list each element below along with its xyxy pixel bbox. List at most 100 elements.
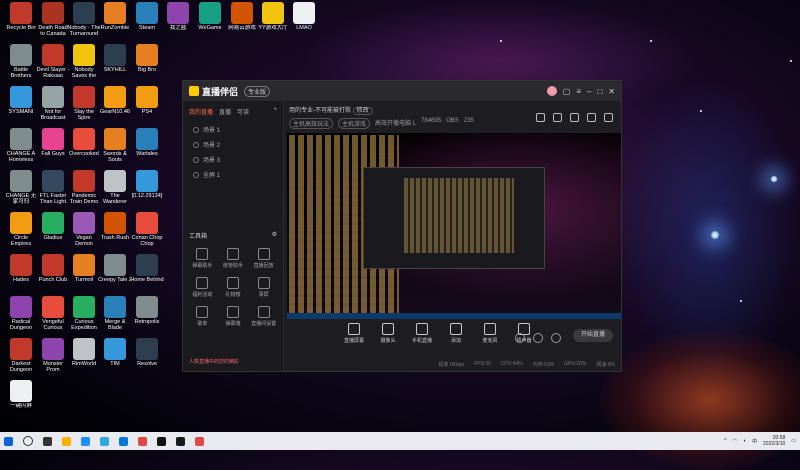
steam-icon[interactable] <box>157 436 166 446</box>
tool-danmaku-wall[interactable]: 弹幕墙 <box>218 306 249 327</box>
shop-icon[interactable] <box>536 113 545 122</box>
app-icon[interactable] <box>138 436 147 446</box>
file-explorer-icon[interactable] <box>62 436 71 446</box>
live-notice[interactable]: 人数直播中的您的精彩 <box>189 358 239 365</box>
minimize-icon[interactable]: – <box>587 87 591 96</box>
scene-item[interactable]: 场景 1 <box>183 122 283 137</box>
desktop-icon[interactable]: 我之盐 <box>161 2 195 37</box>
app-edition-badge[interactable]: 专业版 <box>244 85 271 97</box>
scene-item[interactable]: 全屏 1 <box>183 167 283 182</box>
filter-icon[interactable] <box>533 333 543 343</box>
tool-danmaku-helper[interactable]: 弹幕助手 <box>187 248 218 269</box>
desktop-icon[interactable]: Punch Club <box>36 254 70 289</box>
desktop-icon[interactable]: Hades <box>4 254 38 289</box>
desktop-icon[interactable]: Curious Expedition <box>67 296 101 331</box>
video-icon[interactable] <box>515 333 525 343</box>
scene-item[interactable]: 场景 3 <box>183 152 283 167</box>
tray-up-arrow-icon[interactable]: ^ <box>724 438 726 444</box>
close-icon[interactable]: ✕ <box>608 87 615 96</box>
desktop-icon[interactable]: Circle Empires <box>4 212 38 247</box>
obs-icon[interactable] <box>176 436 185 446</box>
camera-button[interactable]: 摄像头 <box>377 323 399 344</box>
settings-icon[interactable] <box>551 333 561 343</box>
qq-icon[interactable] <box>100 436 109 446</box>
gift-box-icon[interactable] <box>570 113 579 122</box>
desktop-icon[interactable]: Darkest Dungeon <box>4 338 38 373</box>
tool-room-settings[interactable]: 直播间设置 <box>248 306 279 327</box>
desktop-icon[interactable]: Turmoil <box>67 254 101 289</box>
desktop-icon[interactable]: [0.12.29134] <box>130 170 164 205</box>
desktop-icon[interactable]: Fall Guys <box>36 128 70 163</box>
screen-capture-button[interactable]: 直播屏幕 <box>343 323 365 344</box>
desktop-icon[interactable]: The Wanderer <box>98 170 132 205</box>
desktop-icon[interactable]: SYSMANI <box>4 86 38 121</box>
clock[interactable]: 20:58 2022/3/10 <box>763 435 785 447</box>
desktop-icon[interactable]: YY游戏大厅 <box>256 2 290 37</box>
desktop-icon[interactable]: TIM <box>98 338 132 373</box>
tab-live[interactable]: 直播 <box>219 107 231 116</box>
maximize-icon[interactable]: □ <box>597 87 602 96</box>
desktop-icon[interactable]: Slay the Spire <box>67 86 101 121</box>
volume-icon[interactable]: ◖ <box>743 438 746 444</box>
tool-record[interactable]: 录屏 <box>248 277 279 298</box>
microphone-button[interactable]: 麦克风 <box>479 323 501 344</box>
desktop-icon[interactable]: 网易云游戏 <box>225 2 259 37</box>
edge-icon[interactable] <box>81 436 90 446</box>
user-avatar[interactable] <box>546 86 557 96</box>
phone-live-button[interactable]: 手机直播 <box>411 323 433 344</box>
desktop-icon[interactable]: LMAO <box>287 2 321 37</box>
tool-playlist[interactable]: 歌单 <box>187 306 218 327</box>
desktop-icon[interactable]: Vegan Demon <box>67 212 101 247</box>
tab-read[interactable]: 可读 <box>237 107 249 116</box>
ime-indicator[interactable]: 中 <box>752 438 757 445</box>
stream-title[interactable]: 用的专业-不可能被打败 <box>289 108 351 114</box>
desktop-icon[interactable]: 一键闪屏 <box>4 380 38 415</box>
desktop-icon[interactable]: Home Behind <box>130 254 164 289</box>
tool-welfare[interactable]: 福利活动 <box>187 277 218 298</box>
desktop-icon[interactable]: Overcooked <box>67 128 101 163</box>
store-icon[interactable] <box>119 436 128 446</box>
desktop-icon[interactable]: Wartales <box>130 128 164 163</box>
add-scene-icon[interactable]: + <box>273 107 277 116</box>
stream-tag[interactable]: 主机游戏 <box>338 118 371 129</box>
tool-replay[interactable]: 直播回放 <box>248 248 279 269</box>
desktop-icon[interactable]: WeGame <box>193 2 227 37</box>
notification-icon[interactable]: ▭ <box>791 438 796 444</box>
chat-icon[interactable] <box>553 113 562 122</box>
desktop-icon[interactable]: Death Road to Canada <box>36 2 70 37</box>
share-icon[interactable] <box>604 113 613 122</box>
bell-icon[interactable] <box>587 113 596 122</box>
desktop-icon[interactable]: Vengeful Curious <box>36 296 70 331</box>
add-source-button[interactable]: 添加 <box>445 323 467 344</box>
desktop-icon[interactable]: RunZombie <box>98 2 132 37</box>
toolbox-settings-icon[interactable]: ⚙ <box>272 231 277 240</box>
desktop-icon[interactable]: Merge & Blade <box>98 296 132 331</box>
desktop-icon[interactable]: PS4 <box>130 86 164 121</box>
start-live-button[interactable]: 开始直播 <box>573 329 613 342</box>
desktop-icon[interactable]: Radical Dungeon <box>4 296 38 331</box>
menu-icon[interactable]: ≡ <box>576 87 581 96</box>
live-app-taskbar-icon[interactable] <box>195 436 204 446</box>
desktop-icon[interactable]: Big Bro <box>130 44 164 79</box>
desktop-icon[interactable]: RimWorld <box>67 338 101 373</box>
tool-gift-rank[interactable]: 礼物榜 <box>218 277 249 298</box>
desktop-icon[interactable]: Recycle Bin <box>4 2 38 37</box>
desktop-icon[interactable]: Conan Chop Chop <box>130 212 164 247</box>
tab-my-live[interactable]: 我的直播 <box>189 107 213 116</box>
desktop-icon[interactable]: GearN10.46 <box>98 86 132 121</box>
desktop-icon[interactable]: Battle Brothers <box>4 44 38 79</box>
stream-tag[interactable]: 主机高效玩法 <box>289 118 334 129</box>
desktop-icon[interactable]: Nobody - The Turnaround <box>67 2 101 37</box>
desktop-icon[interactable]: Devil Slayer - Raksasi <box>36 44 70 79</box>
desktop-icon[interactable]: CHANGE A Homeless <box>4 128 38 163</box>
scene-item[interactable]: 场景 2 <box>183 137 283 152</box>
desktop-icon[interactable]: Trash Rush <box>98 212 132 247</box>
desktop-icon[interactable]: Swords & Souls <box>98 128 132 163</box>
desktop-icon[interactable]: Nobody Saves the World <box>67 44 101 79</box>
desktop-icon[interactable]: SKYHILL <box>98 44 132 79</box>
task-view-icon[interactable] <box>43 436 52 446</box>
stream-preview[interactable] <box>287 133 621 319</box>
desktop-icon[interactable]: Gladius <box>36 212 70 247</box>
desktop-icon[interactable]: Retropolis <box>130 296 164 331</box>
gift-icon[interactable]: ▢ <box>563 87 571 96</box>
